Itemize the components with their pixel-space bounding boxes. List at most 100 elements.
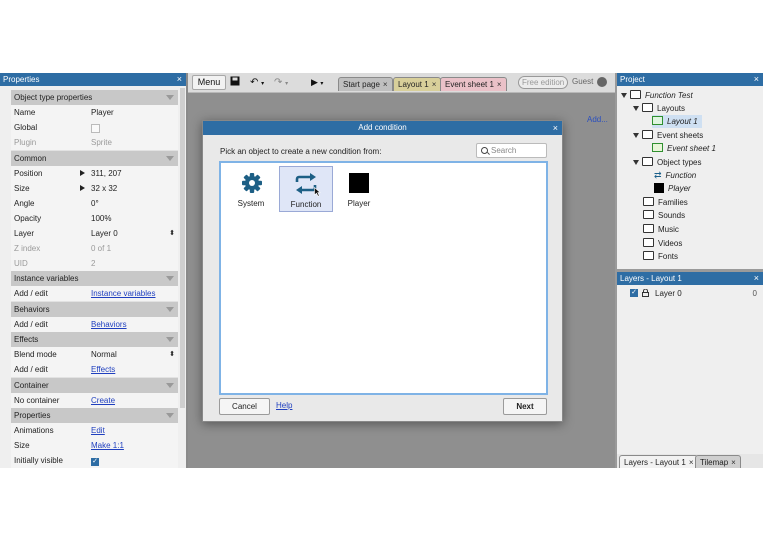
prop-row-global[interactable]: Global	[11, 120, 178, 136]
next-button[interactable]: Next	[503, 398, 547, 415]
tree-label: Event sheet 1	[667, 144, 716, 153]
prop-category-common[interactable]: Common	[11, 151, 178, 167]
tree-label: Fonts	[658, 252, 679, 261]
layers-close-button[interactable]: ×	[754, 272, 759, 285]
search-input[interactable]: Search	[476, 143, 547, 158]
folder-icon	[642, 130, 653, 139]
project-close-button[interactable]: ×	[754, 73, 759, 86]
object-label: Player	[347, 199, 371, 208]
blend-mode-select[interactable]: Normal	[91, 347, 117, 362]
prop-row-position[interactable]: Position 311, 207	[11, 166, 178, 182]
tab-close-icon[interactable]: ×	[689, 458, 694, 467]
object-function[interactable]: Function	[279, 166, 333, 212]
save-icon[interactable]	[230, 76, 240, 89]
create-container-link[interactable]: Create	[91, 393, 115, 408]
tree-layout-1[interactable]: Layout 1	[652, 115, 702, 128]
undo-icon[interactable]: ↶ ▾	[250, 76, 264, 89]
prop-row-initially-visible[interactable]: Initially visible ✓	[11, 453, 178, 468]
prop-row-uid: UID 2	[11, 256, 178, 272]
tab-start-page[interactable]: Start page ×	[338, 77, 393, 91]
tab-label: Layers - Layout 1	[624, 458, 686, 467]
play-icon[interactable]: ▶ ▾	[311, 76, 323, 89]
tree-music[interactable]: Music	[643, 223, 679, 236]
prop-value[interactable]: 100%	[91, 211, 111, 226]
prop-category-object-type[interactable]: Object type properties	[11, 90, 178, 106]
tree-sounds[interactable]: Sounds	[643, 209, 685, 222]
prop-category-instance-variables[interactable]: Instance variables	[11, 271, 178, 287]
tab-close-icon[interactable]: ×	[497, 80, 502, 89]
dialog-close-button[interactable]: ×	[553, 121, 558, 135]
tree-event-sheet-1[interactable]: Event sheet 1	[652, 142, 716, 155]
tab-tilemap[interactable]: Tilemap ×	[695, 455, 741, 468]
object-player[interactable]: Player	[333, 166, 385, 210]
tree-families[interactable]: Families	[643, 196, 688, 209]
make-1-1-link[interactable]: Make 1:1	[91, 438, 124, 453]
prop-value[interactable]: 32 x 32	[91, 181, 117, 196]
expand-icon[interactable]	[80, 170, 85, 176]
initially-visible-checkbox[interactable]: ✓	[91, 453, 99, 468]
tab-close-icon[interactable]: ×	[432, 80, 437, 89]
layer-visible-checkbox[interactable]: ✓	[630, 289, 638, 297]
help-link[interactable]: Help	[276, 401, 292, 410]
tree-object-types[interactable]: Object types	[633, 156, 701, 169]
prop-label: Effects	[14, 335, 39, 344]
tree-layouts[interactable]: Layouts	[633, 102, 685, 115]
prop-category-behaviors[interactable]: Behaviors	[11, 302, 178, 318]
prop-category-properties[interactable]: Properties	[11, 408, 178, 424]
redo-icon[interactable]: ↷ ▾	[274, 76, 288, 89]
prop-value[interactable]: 311, 207	[91, 166, 122, 181]
prop-label: UID	[14, 259, 28, 268]
tab-close-icon[interactable]: ×	[731, 458, 736, 467]
tree-label: Function Test	[645, 91, 693, 100]
tab-event-sheet-1[interactable]: Event sheet 1 ×	[440, 77, 507, 91]
expand-arrow-icon[interactable]	[633, 133, 639, 138]
tree-function[interactable]: ⇄ Function	[654, 169, 696, 182]
project-title: Project	[620, 75, 645, 84]
expand-arrow-icon[interactable]	[633, 106, 639, 111]
expand-icon[interactable]	[80, 185, 85, 191]
tab-layers-layout-1[interactable]: Layers - Layout 1 ×	[619, 455, 699, 468]
prop-row-layer[interactable]: Layer Layer 0 ⬍	[11, 226, 178, 242]
behaviors-link[interactable]: Behaviors	[91, 317, 127, 332]
prop-category-container[interactable]: Container	[11, 378, 178, 394]
object-list[interactable]: System Function Player	[219, 161, 548, 395]
prop-value[interactable]: Player	[91, 105, 114, 120]
add-action-link[interactable]: Add...	[587, 115, 608, 124]
lock-icon[interactable]	[642, 288, 649, 297]
properties-close-button[interactable]: ×	[177, 73, 182, 86]
prop-row-blend-mode[interactable]: Blend mode Normal ⬍	[11, 347, 178, 363]
prop-category-effects[interactable]: Effects	[11, 332, 178, 348]
edit-animations-link[interactable]: Edit	[91, 423, 105, 438]
expand-arrow-icon[interactable]	[621, 93, 627, 98]
object-system[interactable]: System	[225, 166, 277, 210]
prop-row-opacity[interactable]: Opacity 100%	[11, 211, 178, 227]
free-edition-badge[interactable]: Free edition	[518, 76, 569, 89]
layer-select[interactable]: Layer 0	[91, 226, 118, 241]
tab-layout-1[interactable]: Layout 1 ×	[393, 77, 442, 91]
prop-row-size[interactable]: Size 32 x 32	[11, 181, 178, 197]
prop-row-name[interactable]: Name Player	[11, 105, 178, 121]
guest-label[interactable]: Guest	[572, 77, 593, 86]
tree-fonts[interactable]: Fonts	[643, 250, 678, 263]
properties-scrollbar[interactable]	[180, 88, 185, 408]
select-arrows-icon: ⬍	[169, 351, 175, 358]
folder-icon	[642, 157, 653, 166]
folder-icon	[643, 238, 654, 247]
tab-close-icon[interactable]: ×	[383, 80, 388, 89]
menu-button[interactable]: Menu	[192, 75, 226, 90]
instance-variables-link[interactable]: Instance variables	[91, 286, 155, 301]
layer-row[interactable]: ✓ Layer 0 0	[617, 287, 763, 300]
prop-label: Blend mode	[14, 350, 57, 359]
expand-arrow-icon[interactable]	[633, 160, 639, 165]
cancel-button[interactable]: Cancel	[219, 398, 270, 415]
tree-videos[interactable]: Videos	[643, 237, 682, 250]
tree-event-sheets[interactable]: Event sheets	[633, 129, 703, 142]
player-sprite-icon	[654, 183, 664, 193]
tree-player[interactable]: Player	[654, 182, 691, 195]
mouse-cursor-icon	[314, 187, 321, 197]
effects-link[interactable]: Effects	[91, 362, 115, 377]
prop-value[interactable]: 0°	[91, 196, 99, 211]
prop-row-angle[interactable]: Angle 0°	[11, 196, 178, 212]
tree-project-root[interactable]: Function Test	[621, 89, 693, 102]
user-icon[interactable]	[597, 77, 607, 87]
